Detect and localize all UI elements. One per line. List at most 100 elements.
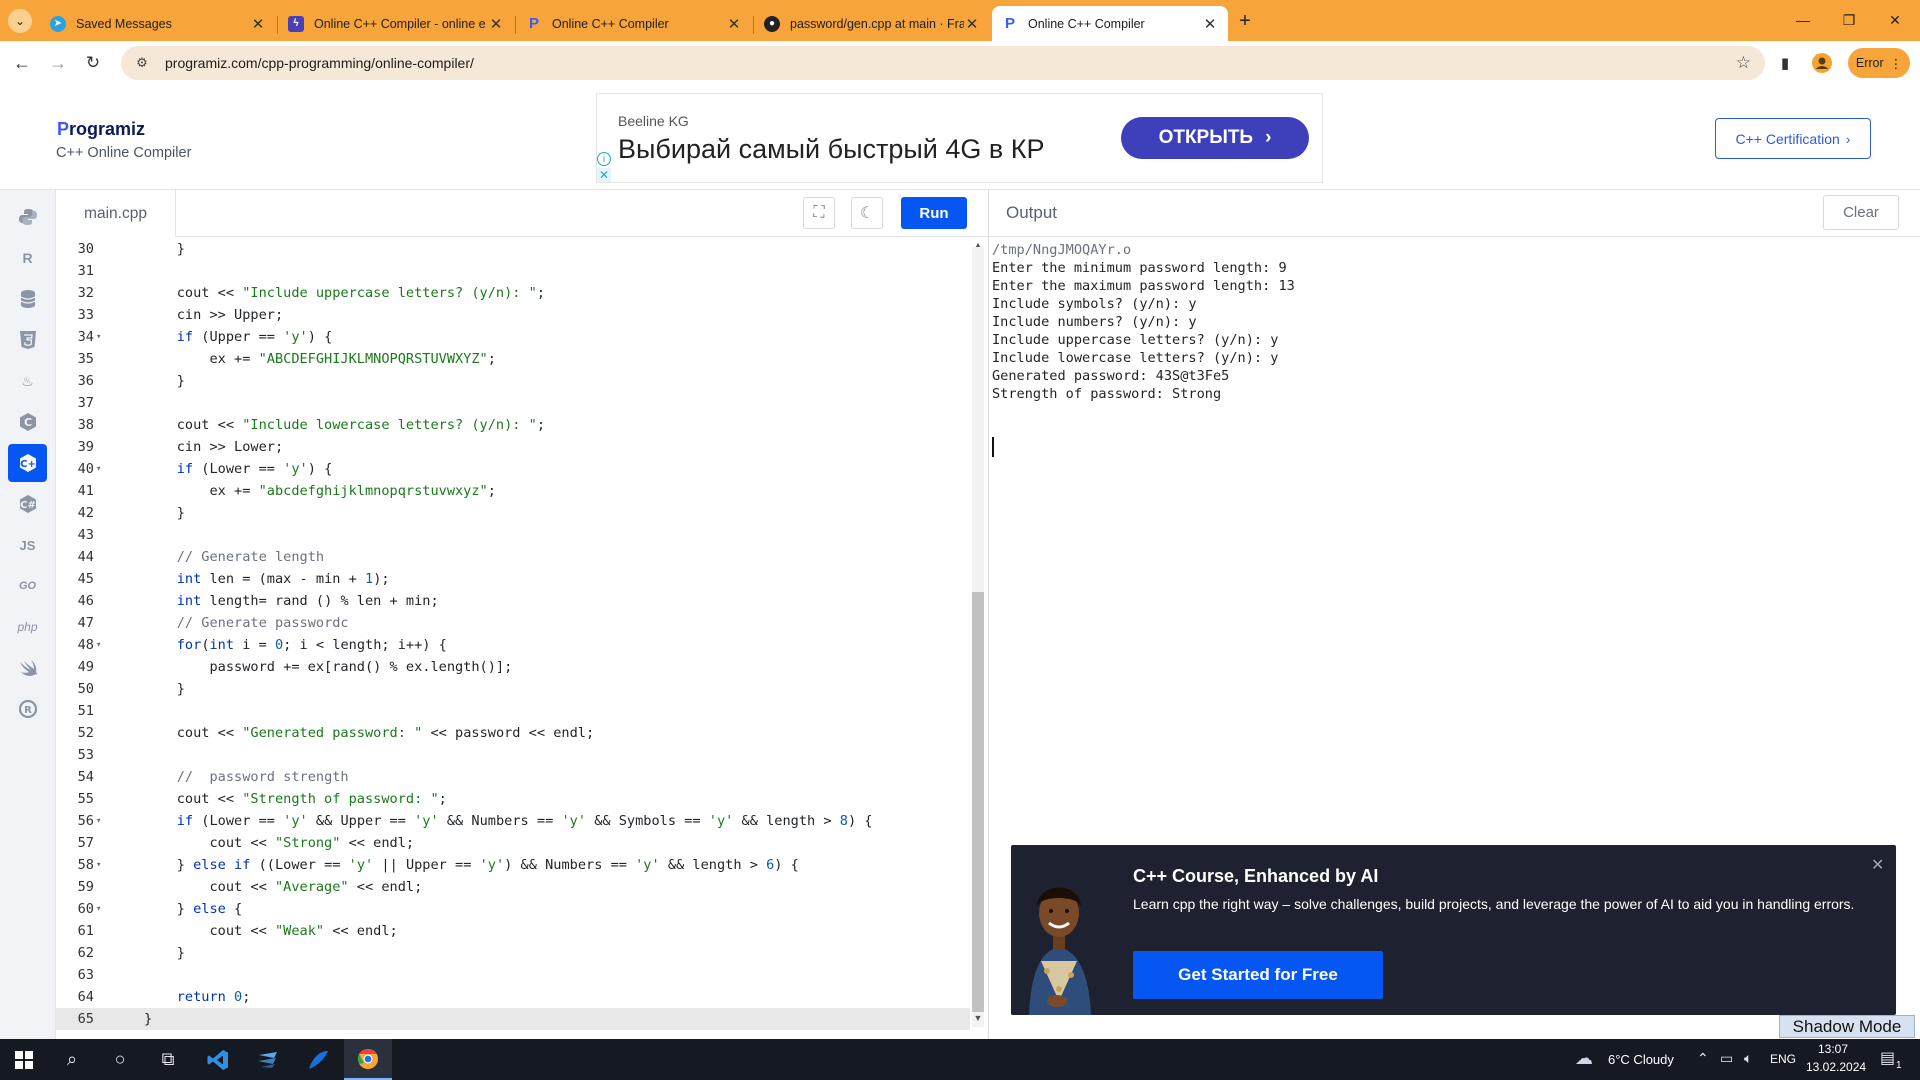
cloud-weather-icon[interactable]: ☁	[1575, 1048, 1593, 1069]
browser-tab[interactable]: ϟ Online C++ Compiler - online e ✕	[278, 6, 514, 41]
code-line[interactable]: 50 }	[56, 678, 970, 700]
network-icon[interactable]: ▭	[1720, 1050, 1733, 1067]
close-tab-icon[interactable]: ✕	[964, 15, 980, 33]
get-started-button[interactable]: Get Started for Free	[1133, 951, 1383, 999]
clear-button[interactable]: Clear	[1823, 195, 1899, 230]
code-line[interactable]: 31	[56, 260, 970, 282]
profile-avatar-icon[interactable]	[1810, 51, 1834, 75]
code-line[interactable]: 65}	[56, 1008, 970, 1030]
csharp-icon[interactable]: C#	[8, 485, 47, 523]
code-line[interactable]: 61 cout << "Weak" << endl;	[56, 920, 970, 942]
task-view-icon[interactable]: ⧉	[144, 1039, 192, 1080]
tab-search-chevron-icon[interactable]: ⌄	[8, 9, 32, 33]
vpn-app-icon[interactable]	[244, 1039, 292, 1080]
code-line[interactable]: 44 // Generate length	[56, 546, 970, 568]
code-line[interactable]: 58 ▾ } else if ((Lower == 'y' || Upper ==…	[56, 854, 970, 876]
code-line[interactable]: 62 }	[56, 942, 970, 964]
code-line[interactable]: 53	[56, 744, 970, 766]
rust-icon[interactable]: R	[8, 690, 47, 728]
clock-time[interactable]: 13:07	[1818, 1042, 1848, 1056]
new-tab-plus-icon[interactable]: +	[1232, 8, 1258, 34]
profile-error-button[interactable]: Error ⋮	[1848, 48, 1910, 78]
site-info-icon[interactable]: ⚙	[131, 55, 153, 71]
code-editor[interactable]: 30 } 31 32 cout << "Include uppercase lett…	[56, 237, 988, 1030]
file-tab-main-cpp[interactable]: main.cpp	[56, 190, 176, 237]
browser-tab[interactable]: ● password/gen.cpp at main · Fra ✕	[754, 6, 990, 41]
code-line[interactable]: 55 cout << "Strength of password: ";	[56, 788, 970, 810]
volume-icon[interactable]: 🔈︎	[1744, 1050, 1752, 1067]
code-line[interactable]: 47 // Generate passwordc	[56, 612, 970, 634]
code-line[interactable]: 39 cin >> Lower;	[56, 436, 970, 458]
clock-date[interactable]: 13.02.2024	[1806, 1060, 1866, 1074]
promo-close-icon[interactable]: ✕	[1871, 855, 1884, 875]
code-line[interactable]: 36 }	[56, 370, 970, 392]
bookmark-star-icon[interactable]: ☆	[1736, 53, 1751, 73]
chrome-icon[interactable]	[344, 1039, 392, 1080]
vscode-icon[interactable]	[194, 1039, 242, 1080]
code-line[interactable]: 59 cout << "Average" << endl;	[56, 876, 970, 898]
output-console[interactable]: /tmp/NngJMOQAYr.o Enter the minimum passw…	[989, 237, 1920, 837]
editor-scrollbar-thumb[interactable]	[972, 592, 984, 1012]
dark-mode-moon-icon[interactable]: ☾	[851, 197, 883, 229]
cpp-icon[interactable]: C+	[8, 444, 47, 482]
close-tab-icon[interactable]: ✕	[726, 15, 742, 33]
minimize-icon[interactable]: —	[1780, 8, 1826, 32]
scroll-down-arrow-icon[interactable]: ▼	[972, 1013, 984, 1023]
cpp-certification-button[interactable]: C++ Certification ›	[1715, 118, 1871, 159]
wing-app-icon[interactable]	[294, 1039, 342, 1080]
ad-close-icon[interactable]: ✕	[597, 168, 611, 182]
fullscreen-icon[interactable]: ⛶	[803, 197, 835, 229]
code-line[interactable]: 35 ex += "ABCDEFGHIJKLMNOPQRSTUVWXYZ";	[56, 348, 970, 370]
fold-toggle-icon[interactable]: ▾	[96, 634, 101, 656]
code-line[interactable]: 45 int len = (max - min + 1);	[56, 568, 970, 590]
browser-tab-active[interactable]: P Online C++ Compiler ✕	[992, 6, 1228, 41]
python-icon[interactable]	[8, 198, 47, 236]
php-icon[interactable]: php	[8, 608, 47, 646]
code-line[interactable]: 33 cin >> Upper;	[56, 304, 970, 326]
address-bar[interactable]: ⚙ programiz.com/cpp-programming/online-c…	[121, 46, 1765, 80]
code-line[interactable]: 49 password += ex[rand() % ex.length()];	[56, 656, 970, 678]
code-line[interactable]: 42 }	[56, 502, 970, 524]
code-line[interactable]: 63	[56, 964, 970, 986]
search-icon[interactable]: ⌕	[48, 1039, 96, 1080]
notification-icon[interactable]: ▤	[1880, 1048, 1895, 1068]
code-line[interactable]: 60 ▾ } else {	[56, 898, 970, 920]
code-line[interactable]: 48 ▾ for(int i = 0; i < length; i++) {	[56, 634, 970, 656]
close-tab-icon[interactable]: ✕	[1202, 15, 1218, 33]
code-line[interactable]: 56 ▾ if (Lower == 'y' && Upper == 'y' && …	[56, 810, 970, 832]
fold-toggle-icon[interactable]: ▾	[96, 326, 101, 348]
c-language-icon[interactable]: C	[8, 403, 47, 441]
html5-icon[interactable]	[8, 321, 47, 359]
code-line[interactable]: 34 ▾ if (Upper == 'y') {	[56, 326, 970, 348]
go-icon[interactable]: GO	[8, 567, 47, 605]
fold-toggle-icon[interactable]: ▾	[96, 854, 101, 876]
close-tab-icon[interactable]: ✕	[250, 15, 266, 33]
input-language[interactable]: ENG	[1770, 1052, 1796, 1066]
code-line[interactable]: 51	[56, 700, 970, 722]
forward-arrow-icon[interactable]: →	[45, 50, 71, 76]
fold-toggle-icon[interactable]: ▾	[96, 898, 101, 920]
javascript-icon[interactable]: JS	[8, 526, 47, 564]
r-icon[interactable]: R	[8, 239, 47, 277]
code-line[interactable]: 57 cout << "Strong" << endl;	[56, 832, 970, 854]
fold-toggle-icon[interactable]: ▾	[96, 810, 101, 832]
back-arrow-icon[interactable]: ←	[9, 50, 35, 76]
programiz-logo[interactable]: Programiz	[57, 119, 145, 140]
code-line[interactable]: 41 ex += "abcdefghijklmnopqrstuvwxyz";	[56, 480, 970, 502]
ad-open-button[interactable]: ОТКРЫТЬ ›	[1121, 117, 1309, 159]
reload-icon[interactable]: ↻	[80, 50, 106, 76]
tray-chevron-up-icon[interactable]: ⌃	[1697, 1050, 1709, 1067]
code-line[interactable]: 30 }	[56, 238, 970, 260]
code-line[interactable]: 32 cout << "Include uppercase letters? (…	[56, 282, 970, 304]
browser-tab[interactable]: ➤ Saved Messages ✕	[40, 6, 276, 41]
sql-database-icon[interactable]	[8, 280, 47, 318]
weather-text[interactable]: 6°C Cloudy	[1608, 1052, 1674, 1067]
restore-icon[interactable]: ❐	[1826, 8, 1872, 32]
code-line[interactable]: 43	[56, 524, 970, 546]
run-button[interactable]: Run	[901, 197, 967, 229]
ad-info-icon[interactable]: i	[597, 152, 611, 166]
code-line[interactable]: 40 ▾ if (Lower == 'y') {	[56, 458, 970, 480]
code-line[interactable]: 37	[56, 392, 970, 414]
url-text[interactable]: programiz.com/cpp-programming/online-com…	[165, 55, 474, 71]
code-line[interactable]: 46 int length= rand () % len + min;	[56, 590, 970, 612]
